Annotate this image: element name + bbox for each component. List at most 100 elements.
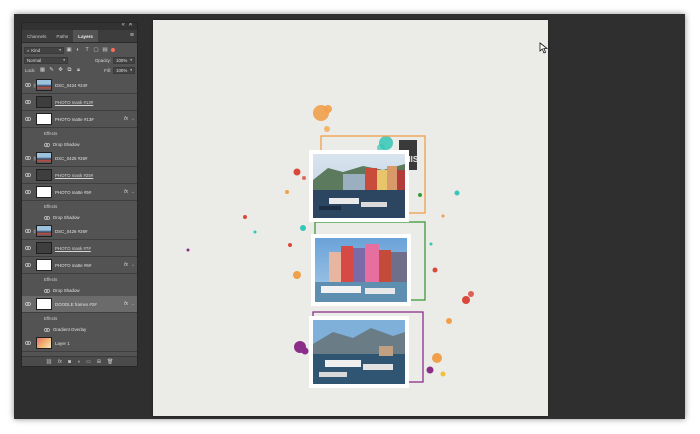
layer-name: PHOTO matte #6# bbox=[55, 263, 92, 268]
fx-badge[interactable]: fx bbox=[124, 184, 128, 201]
eye-icon[interactable] bbox=[44, 327, 50, 332]
layer-row[interactable]: PHOTO matte #6# fx ^ bbox=[22, 257, 137, 274]
layer-row[interactable]: PHOTO mask #13# bbox=[22, 94, 137, 111]
chevron-down-icon: ▾ bbox=[59, 47, 61, 52]
layer-name: Drop Shadow bbox=[53, 288, 80, 293]
layer-thumbnail bbox=[36, 259, 52, 271]
eye-icon[interactable] bbox=[25, 302, 31, 306]
layer-effects-row[interactable]: Effects bbox=[22, 201, 137, 212]
layer-row[interactable]: PHOTO matte #13# fx ^ bbox=[22, 111, 137, 128]
eye-icon[interactable] bbox=[25, 83, 31, 87]
eye-icon[interactable] bbox=[25, 246, 31, 250]
filter-kind-label: Kind bbox=[31, 47, 41, 53]
filter-type-icon[interactable]: T bbox=[83, 47, 91, 54]
fill-input[interactable]: 100% ▾ bbox=[113, 66, 135, 74]
layer-effects-row[interactable]: Effects bbox=[22, 313, 137, 324]
eye-icon[interactable] bbox=[25, 341, 31, 345]
filter-kind-select[interactable]: ⌕ Kind ▾ bbox=[24, 46, 64, 54]
mask-icon[interactable]: ◙ bbox=[68, 359, 71, 365]
layer-name: DSC_0425 #26# bbox=[55, 156, 88, 161]
eye-icon[interactable] bbox=[25, 100, 31, 104]
mouse-cursor-icon bbox=[539, 42, 549, 54]
layer-row[interactable]: ⛓DSC_0426 #26# bbox=[22, 223, 137, 240]
fill-label: Fill: bbox=[104, 67, 111, 73]
layer-effect-row[interactable]: Drop Shadow bbox=[22, 139, 137, 150]
folder-icon[interactable]: ▭ bbox=[86, 359, 91, 365]
eye-icon[interactable] bbox=[25, 263, 31, 267]
eye-icon[interactable] bbox=[44, 215, 50, 220]
tab-channels[interactable]: Channels bbox=[22, 30, 51, 42]
layer-name: Drop Shadow bbox=[53, 215, 80, 220]
layer-row[interactable]: PHOTO matte #5# fx ^ bbox=[22, 184, 137, 201]
expand-caret-icon[interactable]: ^ bbox=[132, 184, 134, 201]
lock-pixels-icon[interactable]: ✎ bbox=[48, 67, 56, 74]
fx-badge[interactable]: fx bbox=[124, 111, 128, 128]
lock-transparent-icon[interactable]: ▦ bbox=[39, 67, 47, 74]
layer-row[interactable]: Layer 1 bbox=[22, 335, 137, 352]
eye-icon[interactable] bbox=[25, 156, 31, 160]
eye-icon[interactable] bbox=[44, 142, 50, 147]
link-layers-icon[interactable]: ⛓ bbox=[46, 359, 52, 365]
document-canvas[interactable]: THIS bbox=[153, 20, 548, 416]
layer-name: Effects bbox=[44, 131, 58, 136]
tab-layers[interactable]: Layers bbox=[73, 30, 98, 42]
lock-artboard-icon[interactable]: ⧉ bbox=[66, 67, 74, 74]
filter-adjustment-icon[interactable]: ◐ bbox=[74, 47, 82, 54]
layer-thumbnail bbox=[36, 337, 52, 349]
eye-icon[interactable] bbox=[44, 288, 50, 293]
fill-value: 100% bbox=[116, 67, 128, 73]
layer-effect-row[interactable]: Drop Shadow bbox=[22, 212, 137, 223]
filter-shape-icon[interactable]: ▢ bbox=[92, 47, 100, 54]
layers-panel: « ✕ Channels Paths Layers ≡ ⌕ Kind ▾ ▣ ◐… bbox=[21, 22, 138, 367]
opacity-label: Opacity: bbox=[94, 57, 111, 63]
layer-thumbnail bbox=[36, 186, 52, 198]
fx-icon[interactable]: fx bbox=[58, 359, 62, 365]
photo-3 bbox=[309, 316, 409, 388]
layer-thumbnail bbox=[36, 298, 52, 310]
filter-toggle[interactable] bbox=[111, 48, 115, 52]
opacity-input[interactable]: 100% ▾ bbox=[113, 56, 135, 64]
layer-row[interactable]: ⛓DSC_0424 #24# bbox=[22, 77, 137, 94]
layer-effects-row[interactable]: Effects bbox=[22, 274, 137, 285]
layer-name: DSC_0424 #24# bbox=[55, 83, 88, 88]
layer-effect-row[interactable]: Gradient Overlay bbox=[22, 324, 137, 335]
tab-paths[interactable]: Paths bbox=[51, 30, 73, 42]
layer-row[interactable]: PHOTO mask #7# bbox=[22, 240, 137, 257]
lock-label: Lock: bbox=[25, 67, 36, 73]
layer-row[interactable]: DOODLE frames #2# fx ^ bbox=[22, 296, 137, 313]
filter-pixel-icon[interactable]: ▣ bbox=[65, 47, 73, 54]
layer-name: PHOTO matte #5# bbox=[55, 190, 92, 195]
photo-2 bbox=[311, 234, 411, 306]
eye-icon[interactable] bbox=[25, 173, 31, 177]
layer-row[interactable]: ⛓DSC_0425 #26# bbox=[22, 150, 137, 167]
expand-caret-icon[interactable]: ^ bbox=[132, 111, 134, 128]
blend-mode-value: Normal bbox=[27, 57, 42, 63]
layer-thumbnail bbox=[36, 242, 52, 254]
eye-icon[interactable] bbox=[25, 117, 31, 121]
filter-smart-object-icon[interactable]: ▤ bbox=[101, 47, 109, 54]
layer-name: PHOTO mask #7# bbox=[55, 246, 91, 251]
layer-effect-row[interactable]: Drop Shadow bbox=[22, 285, 137, 296]
layer-name: Effects bbox=[44, 204, 58, 209]
adjustment-layer-icon[interactable]: ◑ bbox=[77, 359, 80, 365]
collapse-icon[interactable]: « bbox=[122, 23, 125, 29]
layer-name: PHOTO mask #25# bbox=[55, 173, 94, 178]
chevron-down-icon: ▾ bbox=[63, 57, 65, 62]
lock-position-icon[interactable]: ✥ bbox=[57, 67, 65, 74]
fx-badge[interactable]: fx bbox=[124, 257, 128, 274]
new-layer-icon[interactable]: ⊞ bbox=[97, 359, 101, 365]
panel-menu-icon[interactable]: ≡ bbox=[130, 30, 134, 42]
blend-mode-select[interactable]: Normal ▾ bbox=[24, 56, 68, 64]
fx-badge[interactable]: fx bbox=[124, 296, 128, 313]
eye-icon[interactable] bbox=[25, 190, 31, 194]
expand-caret-icon[interactable]: ^ bbox=[132, 257, 134, 274]
eye-icon[interactable] bbox=[25, 229, 31, 233]
close-panel-icon[interactable]: ✕ bbox=[128, 23, 133, 29]
layer-row[interactable]: PHOTO mask #25# bbox=[22, 167, 137, 184]
lock-all-icon[interactable]: 🔒︎ bbox=[75, 67, 83, 74]
canvas-artwork: THIS bbox=[186, 105, 474, 388]
layer-effects-row[interactable]: Effects bbox=[22, 128, 137, 139]
layer-name: Gradient Overlay bbox=[53, 327, 87, 332]
expand-caret-icon[interactable]: ^ bbox=[132, 296, 134, 313]
trash-icon[interactable]: 🗑︎ bbox=[107, 359, 113, 365]
